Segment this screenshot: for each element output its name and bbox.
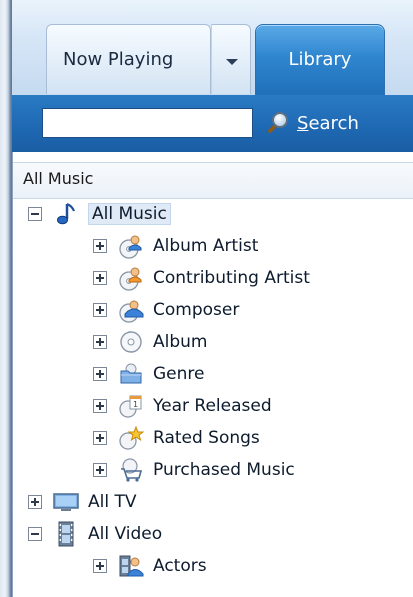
music-note-icon [52,200,80,228]
tab-library-label: Library [288,49,352,70]
tree-item-label: Rated Songs [153,427,260,448]
tree-item-album-artist[interactable]: Album Artist [93,230,258,261]
tree-item-label: Contributing Artist [153,267,310,288]
collapse-toggle[interactable] [28,526,42,541]
tree-item-composer[interactable]: Composer [93,294,239,325]
search-bar: Search [12,95,413,152]
expand-toggle[interactable] [93,558,107,573]
tree-item-actors[interactable]: Actors [93,550,207,581]
album-disc-icon [117,328,145,356]
tree-item-label: Composer [153,299,240,320]
tab-bar: Now Playing Library [12,0,413,96]
tree-item-rated-songs[interactable]: Rated Songs [93,422,260,453]
svg-text:1: 1 [133,400,138,409]
expand-toggle[interactable] [93,430,107,445]
year-calendar-icon: 1 [117,392,145,420]
composer-icon [117,296,145,324]
expand-toggle[interactable] [28,494,42,509]
album-artist-icon [117,232,145,260]
expand-toggle[interactable] [93,302,107,317]
tree-item-album[interactable]: Album [93,326,207,357]
library-tree-panel: All Music All Music Album Artist Contrib… [12,152,413,597]
search-input[interactable] [42,108,253,138]
now-playing-dropdown-button[interactable] [211,24,251,94]
window-edge [0,0,12,597]
tree-item-genre[interactable]: Genre [93,358,204,389]
tree-item-all-tv[interactable]: All TV [28,486,137,517]
tree-item-label: Album Artist [153,235,259,256]
film-strip-icon [52,520,80,548]
purchased-cart-icon [117,456,145,484]
tree-item-all-music[interactable]: All Music [28,198,171,229]
tab-now-playing[interactable]: Now Playing [46,24,211,94]
actors-icon [117,552,145,580]
tree-item-purchased-music[interactable]: Purchased Music [93,454,295,485]
tree-item-all-video[interactable]: All Video [28,518,162,549]
expand-toggle[interactable] [93,238,107,253]
search-button[interactable]: Search [265,106,413,140]
expand-toggle[interactable] [93,270,107,285]
search-button-label: Search [297,112,359,134]
expand-toggle[interactable] [93,334,107,349]
tree-item-label: All Music [88,202,171,225]
chevron-down-icon [226,59,238,65]
tree-item-label: All Video [88,523,163,544]
collapse-toggle[interactable] [28,206,42,221]
tree-item-label: Actors [153,555,207,576]
library-pane: Now Playing Library Search All Music All… [0,0,413,597]
tree-item-label: Purchased Music [153,459,295,480]
tree-item-label: Album [153,331,208,352]
contributing-artist-icon [117,264,145,292]
expand-toggle[interactable] [93,398,107,413]
tree-item-label: Year Released [153,395,272,416]
expand-toggle[interactable] [93,462,107,477]
tree-item-label: Genre [153,363,205,384]
tree-item-year-released[interactable]: 1 Year Released [93,390,272,421]
expand-toggle[interactable] [93,366,107,381]
tab-library[interactable]: Library [255,24,385,96]
tree-item-contributing-artist[interactable]: Contributing Artist [93,262,310,293]
genre-folder-icon [117,360,145,388]
tree-item-label: All TV [88,491,137,512]
tv-icon [52,488,80,516]
library-tree: All Music Album Artist Contributing Arti… [13,152,413,597]
rated-star-icon [117,424,145,452]
search-icon [268,112,288,133]
tab-now-playing-label: Now Playing [63,49,174,70]
